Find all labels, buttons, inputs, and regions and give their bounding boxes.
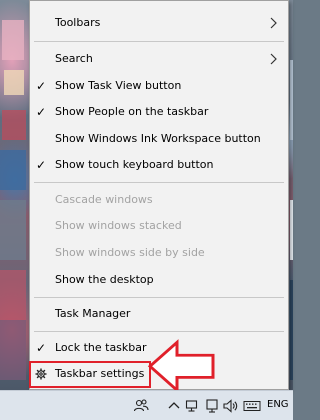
- menu-item-label: Task Manager: [55, 307, 131, 320]
- menu-item-label: Toolbars: [55, 16, 101, 29]
- checkmark-icon: ✓: [35, 158, 47, 172]
- menu-item-label: Show windows stacked: [55, 219, 182, 232]
- network-icon[interactable]: [185, 398, 201, 414]
- menu-item-show-windows-stacked: Show windows stacked: [30, 213, 288, 239]
- annotation-highlight-box: [29, 361, 151, 388]
- taskbar: ENG: [0, 390, 293, 420]
- checkmark-icon: ✓: [35, 341, 47, 355]
- menu-item-search[interactable]: Search: [30, 46, 288, 72]
- menu-item-label: Show windows side by side: [55, 246, 205, 259]
- people-icon[interactable]: [133, 398, 149, 414]
- keyboard-icon[interactable]: [243, 398, 261, 414]
- volume-icon[interactable]: [222, 398, 238, 414]
- menu-item-show-desktop[interactable]: Show the desktop: [30, 267, 288, 293]
- ethernet-icon[interactable]: [204, 398, 220, 414]
- chevron-up-icon[interactable]: [166, 398, 182, 414]
- menu-item-label: Show People on the taskbar: [55, 105, 209, 118]
- menu-item-show-ink-workspace[interactable]: Show Windows Ink Workspace button: [30, 126, 288, 152]
- menu-item-label: Show Windows Ink Workspace button: [55, 132, 261, 145]
- menu-separator: [34, 297, 284, 298]
- taskbar-context-menu: Toolbars Search ✓ Show Task View button …: [29, 0, 289, 390]
- menu-item-cascade-windows: Cascade windows: [30, 187, 288, 213]
- menu-item-label: Show the desktop: [55, 273, 154, 286]
- menu-item-toolbars[interactable]: Toolbars: [30, 10, 288, 36]
- checkmark-icon: ✓: [35, 105, 47, 119]
- menu-item-label: Show Task View button: [55, 79, 182, 92]
- menu-item-show-people[interactable]: ✓ Show People on the taskbar: [30, 99, 288, 125]
- menu-item-label: Search: [55, 52, 93, 65]
- menu-item-label: Show touch keyboard button: [55, 158, 214, 171]
- menu-item-show-touch-keyboard[interactable]: ✓ Show touch keyboard button: [30, 152, 288, 178]
- menu-separator: [34, 182, 284, 183]
- language-indicator[interactable]: ENG: [267, 399, 289, 410]
- menu-separator: [34, 41, 284, 42]
- menu-item-label: Cascade windows: [55, 193, 153, 206]
- menu-item-task-manager[interactable]: Task Manager: [30, 301, 288, 327]
- menu-item-label: Lock the taskbar: [55, 341, 147, 354]
- checkmark-icon: ✓: [35, 79, 47, 93]
- menu-item-show-windows-side-by-side: Show windows side by side: [30, 240, 288, 266]
- chevron-right-icon: [270, 17, 277, 29]
- menu-item-show-task-view[interactable]: ✓ Show Task View button: [30, 73, 288, 99]
- chevron-right-icon: [270, 53, 277, 65]
- menu-separator: [34, 331, 284, 332]
